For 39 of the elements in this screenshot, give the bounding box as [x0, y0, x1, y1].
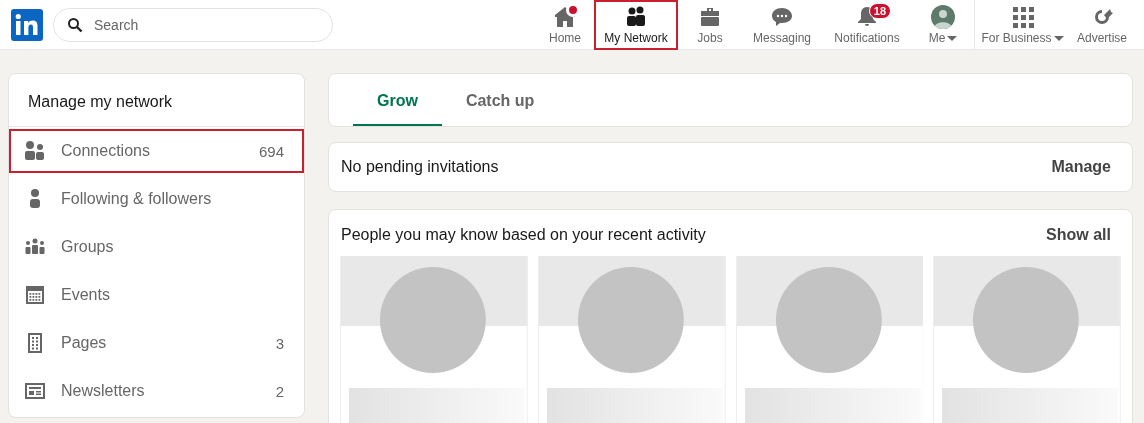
item-label: Events: [61, 286, 111, 304]
tab[interactable]: Catch up: [441, 74, 559, 126]
sidebar-title: Manage my network: [9, 74, 304, 127]
item-count: 694: [258, 142, 284, 160]
invitations-text: No pending invitations: [341, 158, 499, 176]
search-icon: [67, 16, 83, 33]
item-count: 3: [275, 334, 284, 352]
sidebar-item[interactable]: Events: [9, 273, 304, 317]
manage-link[interactable]: Manage: [1051, 158, 1111, 176]
avatar[interactable]: [931, 4, 955, 29]
nav-item[interactable]: 18 Notifications: [822, 0, 912, 50]
people-icon: [624, 4, 648, 29]
search-field[interactable]: Search: [53, 7, 333, 42]
sidebar-item[interactable]: Connections 694: [9, 129, 304, 173]
sidebar-item[interactable]: Following & followers: [9, 177, 304, 221]
nav-item[interactable]: For Business: [974, 0, 1070, 50]
people-icon: [23, 139, 47, 163]
sidebar-item[interactable]: Groups: [9, 225, 304, 269]
nav-item[interactable]: Me: [912, 0, 974, 50]
item-label: Newsletters: [61, 382, 146, 400]
sidebar-item[interactable]: Pages 3: [9, 321, 304, 365]
item-label: Connections: [61, 142, 151, 160]
notification-badge: 18: [868, 2, 892, 19]
suggestions-title: People you may know based on your recent activity: [341, 226, 706, 244]
nav-item[interactable]: Home: [536, 0, 594, 50]
grid-icon: [1010, 4, 1035, 29]
nav-item[interactable]: Advertise: [1070, 0, 1134, 50]
item-label: Pages: [61, 334, 108, 352]
calendar-icon: [23, 283, 47, 307]
nav-item[interactable]: Messaging: [742, 0, 822, 50]
item-label: Groups: [61, 238, 115, 256]
sidebar-item[interactable]: Newsletters 2: [9, 369, 304, 413]
show-all-link[interactable]: Show all: [1046, 226, 1111, 244]
logo[interactable]: [11, 8, 43, 41]
tab[interactable]: Grow: [353, 74, 442, 126]
item-label: Following & followers: [61, 190, 213, 208]
nav-item[interactable]: My Network: [594, 0, 678, 50]
nav-item[interactable]: Jobs: [678, 0, 742, 50]
item-count: 2: [275, 382, 284, 400]
